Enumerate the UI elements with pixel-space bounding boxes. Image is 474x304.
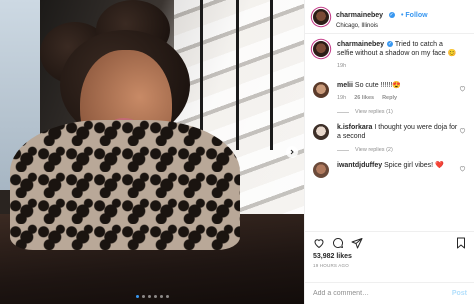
post-location[interactable]: Chicago, Illinois	[336, 23, 428, 29]
likes-count[interactable]: 53,982 likes	[313, 253, 467, 260]
reply-button[interactable]: Reply	[382, 94, 397, 103]
chevron-right-icon	[290, 149, 294, 155]
comment-username[interactable]: iwantdjduffey	[337, 162, 382, 169]
divider	[337, 111, 349, 113]
carousel-dot	[135, 295, 139, 298]
comment-username[interactable]: k.isforkara	[337, 124, 372, 131]
comment-item: melii So cute !!!!!!😍 19h 26 likes Reply	[313, 81, 466, 103]
comments-list: charmainebey ✓ Tried to catch a selfie w…	[305, 34, 474, 178]
view-replies-label[interactable]: View replies (2)	[355, 147, 393, 153]
verified-badge-icon: ✓	[387, 41, 394, 47]
carousel-dot	[159, 295, 163, 298]
author-username[interactable]: charmainebey	[336, 12, 383, 19]
post-comment-button[interactable]: Post	[452, 290, 467, 297]
carousel-dot	[147, 295, 151, 298]
stair-rail	[270, 0, 273, 150]
divider	[337, 149, 349, 151]
post-photo[interactable]	[0, 0, 304, 304]
caption: charmainebey ✓ Tried to catch a selfie w…	[313, 40, 466, 71]
carousel-dot	[141, 295, 145, 298]
add-comment-input[interactable]	[313, 290, 433, 297]
view-replies-button[interactable]: View replies (2)	[337, 147, 466, 153]
carousel-next-button[interactable]	[286, 146, 298, 158]
comment-icon[interactable]	[332, 237, 344, 249]
follow-button[interactable]: • Follow	[401, 12, 428, 19]
commenter-avatar[interactable]	[313, 82, 329, 98]
comment-time[interactable]: 19h	[337, 94, 346, 103]
post-actions: 53,982 likes 19 HOURS AGO	[305, 231, 474, 268]
stair-rail	[200, 0, 203, 150]
carousel-dot	[165, 295, 169, 298]
heart-icon[interactable]	[313, 237, 325, 249]
share-icon[interactable]	[351, 237, 363, 249]
comment-item: k.isforkara I thought you were doja for …	[313, 123, 466, 141]
heart-icon[interactable]	[459, 85, 466, 92]
add-comment-bar: Post	[305, 282, 474, 304]
view-replies-label[interactable]: View replies (1)	[355, 109, 393, 115]
comment-username[interactable]: melii	[337, 82, 353, 89]
carousel-dots	[0, 295, 304, 298]
caption-username[interactable]: charmainebey	[337, 41, 384, 48]
bookmark-icon[interactable]	[455, 237, 467, 249]
commenter-avatar[interactable]	[313, 162, 329, 178]
post-timestamp[interactable]: 19 HOURS AGO	[313, 263, 467, 268]
comment-likes[interactable]: 26 likes	[354, 94, 374, 103]
stair-rail	[236, 0, 239, 150]
author-avatar[interactable]	[313, 8, 329, 25]
comment-item: iwantdjduffey Spice girl vibes! ❤️	[313, 161, 466, 178]
commenter-avatar[interactable]	[313, 124, 329, 140]
caption-time[interactable]: 19h	[337, 62, 346, 71]
heart-icon[interactable]	[459, 165, 466, 172]
verified-badge-icon: ✓	[388, 12, 395, 18]
comment-text: Spice girl vibes! ❤️	[384, 162, 444, 169]
view-replies-button[interactable]: View replies (1)	[337, 109, 466, 115]
comment-text: So cute !!!!!!😍	[354, 82, 401, 89]
caption-avatar[interactable]	[313, 41, 329, 57]
post-side-panel: charmainebey ✓ • Follow Chicago, Illinoi…	[304, 0, 474, 304]
leopard-coat	[10, 120, 240, 250]
carousel-dot	[153, 295, 157, 298]
follow-label[interactable]: Follow	[405, 12, 427, 19]
post-header: charmainebey ✓ • Follow Chicago, Illinoi…	[305, 0, 474, 34]
heart-icon[interactable]	[459, 127, 466, 134]
